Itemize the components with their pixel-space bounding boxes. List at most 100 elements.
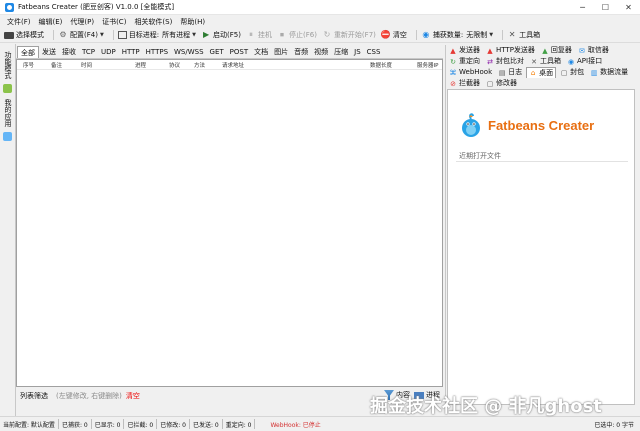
tab-edit[interactable]: ▢ 修改器 (484, 78, 519, 89)
tab-chart[interactable]: ▥ 数据流量 (588, 67, 630, 78)
column-header-time[interactable]: 时间 (81, 61, 92, 69)
filter-tab-https[interactable]: HTTPS (143, 46, 171, 58)
menu-certificate[interactable]: 证书(C) (98, 17, 130, 27)
tab-block[interactable]: ⊘ 拦截器 (447, 78, 482, 89)
menu-help[interactable]: 帮助(H) (176, 17, 209, 27)
tab-log[interactable]: ▤ 日志 (496, 67, 524, 78)
tab-packet[interactable]: ▢ 封包 (558, 67, 586, 78)
tab-mail[interactable]: ✉ 取信器 (576, 45, 611, 56)
filter-tab-send[interactable]: 发送 (39, 46, 59, 58)
menu-file[interactable]: 文件(F) (3, 17, 35, 27)
clear-button[interactable]: ⛔ 清空 (381, 30, 407, 40)
tools-panel: ▲ 发送器 ▲ HTTP发送器 ▲ 回复器 ✉ 取信器 ↻ 重定向 ⇄ 封包比对 ✕ 工具箱 ◉ API接口 ⌘… (445, 45, 636, 405)
filter-tab-image[interactable]: 图片 (271, 46, 291, 58)
filter-tab-document[interactable]: 文档 (251, 46, 271, 58)
restart-button[interactable]: ↻ 重新开始(F7) (322, 30, 376, 40)
status-divider (90, 419, 92, 429)
toolbar-divider (415, 30, 417, 40)
filter-tab-receive[interactable]: 接收 (59, 46, 79, 58)
tab-webhook[interactable]: ⌘ WebHook (447, 67, 494, 78)
column-header-process[interactable]: 进程 (135, 61, 146, 69)
tab-label: 发送器 (459, 46, 480, 54)
mail-icon: ✉ (578, 46, 585, 55)
filter-tab-udp[interactable]: UDP (98, 46, 119, 58)
stop-button[interactable]: ⏹ 停止(F6) (277, 30, 317, 40)
recent-files-divider (456, 161, 628, 162)
filter-tab-audio[interactable]: 音频 (291, 46, 311, 58)
brand-name: Fatbeans Creater (488, 117, 595, 133)
filter-tab-css[interactable]: CSS (364, 46, 384, 58)
wrench-icon: ✕ (531, 57, 537, 66)
column-header-index[interactable]: 序号 (23, 61, 34, 69)
column-header-method[interactable]: 方法 (194, 61, 205, 69)
restart-label: 重新开始(F7) (333, 31, 376, 39)
config-label: 配置(F4) (70, 31, 98, 39)
toolbar-divider (53, 30, 54, 40)
list-filter-clear-link[interactable]: 清空 (126, 391, 140, 401)
menu-related-software[interactable]: 相关软件(S) (130, 17, 176, 27)
filter-tab-post[interactable]: POST (227, 46, 251, 58)
menu-proxy[interactable]: 代理(P) (66, 17, 98, 27)
select-mode-button[interactable]: 选择模式 (4, 30, 44, 40)
capture-icon: ◉ (422, 30, 430, 39)
filter-tab-get[interactable]: GET (207, 46, 227, 58)
status-divider (156, 419, 158, 429)
hang-label: 挂机 (257, 31, 272, 39)
fatbeans-mascot-icon (462, 113, 480, 137)
webhook-icon: ⌘ (449, 68, 457, 77)
column-header-server-ip[interactable]: 服务器IP (417, 61, 438, 69)
tab-label: WebHook (459, 68, 493, 76)
mode-sidebar: 功能模式 我的应用 (0, 44, 16, 416)
tab-desktop[interactable]: ⌂ 桌面 (526, 67, 557, 78)
column-header-data-length[interactable]: 数据长度 (370, 61, 392, 69)
capture-count-dropdown[interactable]: ◉ 捕获数量: 无限制 ▼ (421, 30, 493, 40)
start-button[interactable]: ▶ 启动(F5) (201, 30, 241, 40)
hang-button[interactable]: ⏸ 挂机 (246, 30, 272, 40)
monitor-icon (4, 31, 14, 39)
capture-count-value: 无限制 (466, 31, 488, 39)
maximize-button[interactable]: ☐ (594, 0, 617, 15)
tab-function-mode[interactable]: 功能模式 (2, 48, 14, 82)
tab-arrow-up[interactable]: ▲ HTTP发送器 (484, 45, 537, 56)
close-button[interactable]: ✕ (617, 0, 640, 15)
tab-compare[interactable]: ⇄ 封包比对 (484, 56, 526, 67)
filter-tab-video[interactable]: 视频 (311, 46, 331, 58)
function-mode-icon (3, 84, 12, 93)
status-modified: 已修改: 0 (160, 421, 186, 429)
column-header-request-url[interactable]: 请求地址 (222, 61, 244, 69)
arrow-up-icon: ▲ (487, 46, 493, 55)
packet-table[interactable]: 序号 备注 时间 进程 协议 方法 请求地址 数据长度 服务器IP (16, 59, 443, 387)
window-icon (117, 31, 127, 39)
tab-redirect[interactable]: ↻ 重定向 (447, 56, 482, 67)
column-header-protocol[interactable]: 协议 (169, 61, 180, 69)
target-process-dropdown[interactable]: 目标进程: 所有进程 ▼ (117, 30, 196, 40)
status-selected-bytes: 已选中: 0 字节 (594, 421, 634, 429)
filter-tab-archive[interactable]: 压缩 (331, 46, 351, 58)
column-header-remark[interactable]: 备注 (51, 61, 62, 69)
status-divider (57, 419, 59, 429)
block-icon: ⊘ (450, 79, 456, 88)
gear-icon: ⚙ (59, 30, 67, 39)
status-bar: 当前配置: 默认配置 已捕获: 0 已显示: 0 已拦截: 0 已修改: 0 已… (0, 416, 640, 431)
status-shown: 已显示: 0 (94, 421, 121, 429)
menu-edit[interactable]: 编辑(E) (35, 17, 67, 27)
config-button[interactable]: ⚙ 配置(F4) ▼ (58, 30, 103, 40)
filter-tab-ws-wss[interactable]: WS/WSS (171, 46, 207, 58)
menu-bar: 文件(F) 编辑(E) 代理(P) 证书(C) 相关软件(S) 帮助(H) (0, 15, 640, 28)
filter-tabs: 全部 发送 接收 TCP UDP HTTP HTTPS WS/WSS GET P… (16, 45, 443, 59)
filter-tab-tcp[interactable]: TCP (79, 46, 98, 58)
filter-tab-http[interactable]: HTTP (119, 46, 143, 58)
tab-arrow-up[interactable]: ▲ 回复器 (539, 45, 574, 56)
filter-tab-all[interactable]: 全部 (17, 46, 39, 58)
status-divider (188, 419, 190, 429)
tab-arrow-up[interactable]: ▲ 发送器 (447, 45, 482, 56)
edit-icon: ▢ (486, 79, 494, 88)
tab-api[interactable]: ◉ API接口 (565, 56, 604, 67)
refresh-icon: ↻ (323, 30, 331, 39)
toolbox-button[interactable]: ✕ 工具箱 (507, 30, 540, 40)
toolbar-divider (112, 30, 114, 40)
minimize-button[interactable]: ─ (571, 0, 594, 15)
tab-wrench[interactable]: ✕ 工具箱 (528, 56, 563, 67)
filter-tab-js[interactable]: JS (351, 46, 364, 58)
tab-my-apps[interactable]: 我的应用 (2, 96, 14, 130)
